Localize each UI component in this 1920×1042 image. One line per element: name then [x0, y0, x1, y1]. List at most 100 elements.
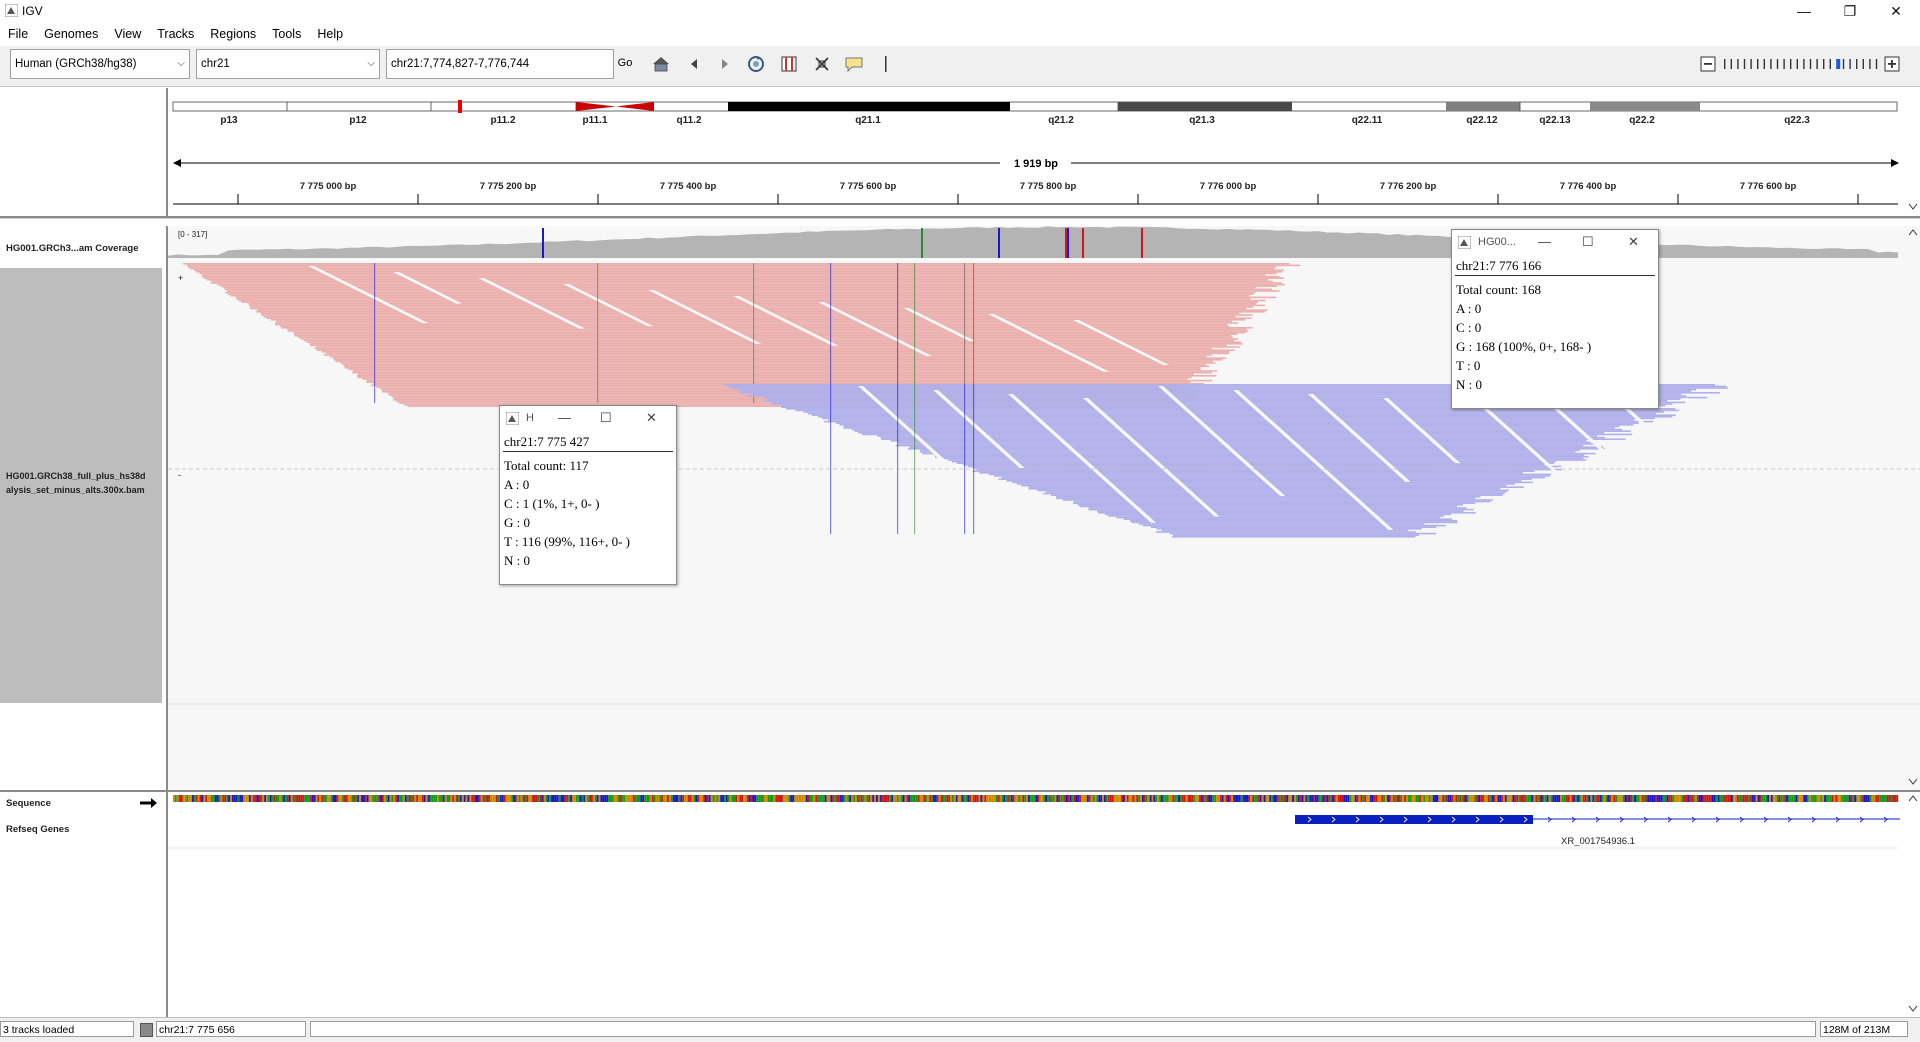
base: [1620, 795, 1623, 802]
refresh-icon[interactable]: [747, 55, 765, 73]
popup-line: A : 0: [504, 477, 530, 492]
locus-input[interactable]: chr21:7,774,827-7,776,744: [386, 49, 614, 79]
scroll-down-icon[interactable]: [1908, 1005, 1918, 1012]
base: [408, 795, 411, 802]
arrow-right-icon[interactable]: [140, 797, 158, 809]
base: [855, 795, 857, 802]
back-icon[interactable]: [685, 55, 703, 73]
restore-button[interactable]: ❐: [1827, 0, 1873, 22]
alignment-track-name-box[interactable]: HG001.GRCh38_full_plus_hs38d alysis_set_…: [0, 268, 162, 703]
base: [1128, 795, 1131, 802]
base: [1531, 795, 1534, 802]
base: [230, 795, 232, 802]
minimize-button[interactable]: —: [1781, 0, 1827, 22]
mismatch-column: [897, 384, 899, 534]
coverage-track-name[interactable]: HG001.GRCh3...am Coverage: [6, 243, 139, 254]
base: [446, 795, 449, 802]
go-button[interactable]: Go: [616, 49, 634, 79]
base: [211, 795, 213, 802]
sequence-track-name[interactable]: Sequence: [6, 798, 51, 809]
base: [1810, 795, 1813, 802]
home-icon[interactable]: [652, 55, 670, 73]
menu-tools[interactable]: Tools: [264, 27, 309, 41]
base: [1159, 795, 1161, 802]
ruler-tick-label: 7 776 400 bp: [1560, 181, 1617, 192]
forward-icon[interactable]: [716, 55, 734, 73]
ideogram-ruler-panel[interactable]: p13 p12 p11.2 p11.1 q11.2 q21.1 q21.2 q2…: [168, 88, 1920, 216]
fit-icon[interactable]: [813, 55, 831, 73]
refseq-gene[interactable]: XR_001754936.1: [1295, 815, 1900, 847]
allele-popup-right[interactable]: HG00... — ☐ ✕ chr21:7 776 166 Total coun…: [1451, 229, 1659, 409]
menu-view[interactable]: View: [106, 27, 149, 41]
base: [520, 795, 523, 802]
popup-titlebar[interactable]: HG00... — ☐ ✕: [1452, 230, 1658, 256]
scroll-up-icon[interactable]: [1908, 229, 1918, 236]
base: [577, 795, 580, 802]
popup-info-icon[interactable]: [845, 55, 863, 73]
menu-help[interactable]: Help: [309, 27, 351, 41]
close-button[interactable]: ✕: [646, 410, 657, 426]
base: [1575, 795, 1578, 802]
mismatch-column: [897, 263, 899, 403]
base: [532, 795, 534, 802]
base: [1119, 795, 1122, 802]
base: [387, 795, 390, 802]
base: [184, 795, 187, 802]
minimize-button[interactable]: —: [1538, 234, 1551, 249]
read: [1016, 483, 1515, 485]
base: [1271, 795, 1274, 802]
popup-line: T : 116 (99%, 116+, 0- ): [504, 534, 631, 549]
base: [1552, 795, 1555, 802]
region-icon[interactable]: [780, 55, 798, 73]
scroll-up-icon[interactable]: [1908, 795, 1918, 802]
base: [1107, 795, 1110, 802]
close-button[interactable]: ✕: [1628, 234, 1639, 250]
base: [250, 795, 253, 802]
base: [454, 795, 457, 802]
read: [294, 335, 1232, 337]
close-button[interactable]: ✕: [1873, 0, 1919, 22]
base: [235, 795, 238, 802]
memory-status: 128M of 213M: [1820, 1021, 1908, 1037]
refseq-track-name[interactable]: Refseq Genes: [6, 824, 69, 835]
zoom-widget[interactable]: [1700, 54, 1900, 74]
menu-regions[interactable]: Regions: [202, 27, 264, 41]
base: [744, 795, 747, 802]
base: [1039, 795, 1042, 802]
base: [201, 795, 204, 802]
base: [610, 795, 612, 802]
base: [1706, 795, 1709, 802]
base: [271, 795, 274, 802]
base: [965, 795, 968, 802]
base: [1153, 795, 1156, 802]
menu-genomes[interactable]: Genomes: [36, 27, 106, 41]
ruler-icon[interactable]: [877, 55, 895, 73]
base: [313, 795, 316, 802]
base: [349, 795, 352, 802]
base: [570, 795, 572, 802]
zoom-slider[interactable]: [1700, 54, 1900, 74]
base: [372, 795, 375, 802]
menu-file[interactable]: File: [0, 27, 36, 41]
minimize-button[interactable]: —: [558, 410, 571, 425]
chromosome-dropdown[interactable]: chr21 ⌵: [196, 49, 380, 79]
base: [492, 795, 495, 802]
base: [1102, 795, 1104, 802]
feature-panel[interactable]: XR_001754936.1: [168, 792, 1920, 1017]
popup-titlebar[interactable]: H — ☐ ✕: [500, 406, 676, 432]
base: [1582, 795, 1585, 802]
base: [699, 795, 702, 802]
base: [285, 795, 287, 802]
genome-dropdown[interactable]: Human (GRCh38/hg38) ⌵: [10, 49, 190, 79]
base: [218, 795, 221, 802]
sequence-track[interactable]: [173, 795, 1899, 802]
allele-popup-left[interactable]: H — ☐ ✕ chr21:7 775 427 Total count: 117…: [499, 405, 677, 585]
base: [501, 795, 504, 802]
restore-button[interactable]: ☐: [600, 410, 612, 426]
menu-tracks[interactable]: Tracks: [149, 27, 202, 41]
base: [243, 795, 246, 802]
base: [1563, 795, 1566, 802]
restore-button[interactable]: ☐: [1582, 234, 1594, 250]
chromosome-ideogram[interactable]: p13 p12 p11.2 p11.1 q11.2 q21.1 q21.2 q2…: [172, 100, 1898, 126]
scroll-down-icon[interactable]: [1908, 778, 1918, 785]
